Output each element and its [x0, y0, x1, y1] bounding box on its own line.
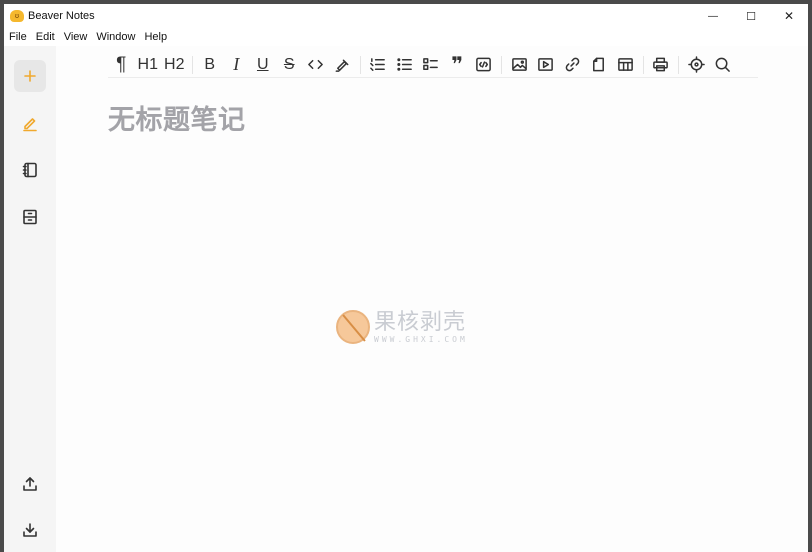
minimize-button[interactable]: —: [694, 4, 732, 28]
bold-icon: B: [204, 55, 216, 73]
code-icon: [308, 59, 324, 70]
maximize-button[interactable]: ☐: [732, 4, 770, 28]
watermark: 果核剥壳 WWW.GHXI.COM: [336, 310, 468, 344]
underline-button[interactable]: U: [250, 53, 277, 77]
title-bar[interactable]: ʊ Beaver Notes — ☐ ✕: [4, 4, 808, 28]
menu-help[interactable]: Help: [139, 31, 171, 43]
code-button[interactable]: [303, 53, 330, 77]
window-title: Beaver Notes: [28, 10, 95, 22]
paragraph-icon: ¶: [116, 53, 127, 75]
toolbar-divider: [191, 55, 193, 74]
toolbar-divider: [501, 55, 502, 74]
task-list-button[interactable]: [418, 53, 445, 77]
quote-icon: ❞: [451, 54, 464, 76]
upload-icon: [23, 477, 37, 491]
checklist-icon: [423, 58, 439, 70]
toolbar-divider: [642, 55, 644, 74]
image-button[interactable]: [506, 53, 533, 77]
download-icon: [23, 523, 37, 537]
watermark-text: 果核剥壳 WWW.GHXI.COM: [374, 309, 468, 344]
video-button[interactable]: [533, 53, 560, 77]
video-icon: [538, 58, 554, 71]
bullet-list-icon: [397, 58, 412, 71]
italic-button[interactable]: I: [223, 53, 250, 77]
italic-icon: I: [233, 54, 240, 74]
toolbar-divider: [678, 55, 679, 74]
heading1-icon: H1: [137, 55, 158, 73]
import-button[interactable]: [14, 514, 46, 546]
watermark-url: WWW.GHXI.COM: [374, 334, 468, 344]
notes-button[interactable]: [14, 107, 46, 139]
underline-icon: U: [256, 55, 269, 73]
search-button[interactable]: [710, 53, 737, 77]
menu-file[interactable]: File: [4, 31, 31, 43]
bullet-list-button[interactable]: [391, 53, 418, 77]
window-controls: — ☐ ✕: [694, 4, 808, 28]
sidebar: [4, 46, 56, 552]
heading2-button[interactable]: H2: [161, 53, 188, 77]
crosshair-icon: [687, 56, 705, 73]
strikethrough-icon: S: [283, 55, 295, 73]
toolbar-divider: [359, 55, 361, 74]
ordered-list-icon: [370, 58, 386, 71]
archive-button[interactable]: [14, 201, 46, 233]
export-button[interactable]: [14, 468, 46, 500]
print-button[interactable]: [648, 53, 675, 77]
ordered-list-button[interactable]: [365, 53, 392, 77]
link-button[interactable]: [559, 53, 586, 77]
close-button[interactable]: ✕: [770, 4, 808, 28]
plus-icon: [24, 70, 36, 82]
search-icon: [715, 57, 731, 72]
focus-mode-button[interactable]: [683, 53, 710, 77]
menu-bar: File Edit View Window Help: [4, 28, 808, 46]
pencil-icon: [23, 118, 37, 132]
watermark-main-text: 果核剥壳: [374, 309, 467, 335]
file-button[interactable]: [586, 53, 613, 77]
menu-edit[interactable]: Edit: [31, 31, 59, 43]
bold-button[interactable]: B: [197, 53, 224, 77]
beaver-app-icon: ʊ: [10, 10, 24, 22]
link-icon: [565, 57, 580, 72]
notebooks-button[interactable]: [14, 154, 46, 186]
notebook-icon: [22, 162, 37, 178]
app-window: ʊ Beaver Notes — ☐ ✕ File Edit View Wind…: [4, 4, 808, 552]
code-block-button[interactable]: [471, 53, 498, 77]
editor-toolbar: ¶ H1 H2 B I U S ❞: [108, 52, 758, 78]
watermark-logo-icon: [336, 310, 370, 344]
new-note-button[interactable]: [14, 60, 46, 92]
table-button[interactable]: [612, 53, 639, 77]
archive-icon: [23, 209, 37, 225]
table-icon: [617, 58, 633, 71]
highlighter-icon: [335, 59, 349, 72]
strikethrough-button[interactable]: S: [276, 53, 303, 77]
menu-view[interactable]: View: [59, 31, 92, 43]
code-block-icon: [476, 57, 492, 72]
blockquote-button[interactable]: ❞: [444, 53, 471, 77]
menu-window[interactable]: Window: [91, 31, 139, 43]
heading1-button[interactable]: H1: [135, 53, 162, 77]
note-title-placeholder[interactable]: 无标题笔记: [108, 98, 246, 137]
image-icon: [511, 58, 527, 71]
paragraph-button[interactable]: ¶: [108, 53, 135, 77]
heading2-icon: H2: [164, 55, 185, 73]
highlight-button[interactable]: [329, 53, 356, 77]
editor-area[interactable]: ¶ H1 H2 B I U S ❞ 无标题笔记 果核剥壳 WWW.GHXI.CO…: [56, 46, 808, 552]
file-icon: [593, 57, 605, 72]
printer-icon: [653, 57, 669, 72]
